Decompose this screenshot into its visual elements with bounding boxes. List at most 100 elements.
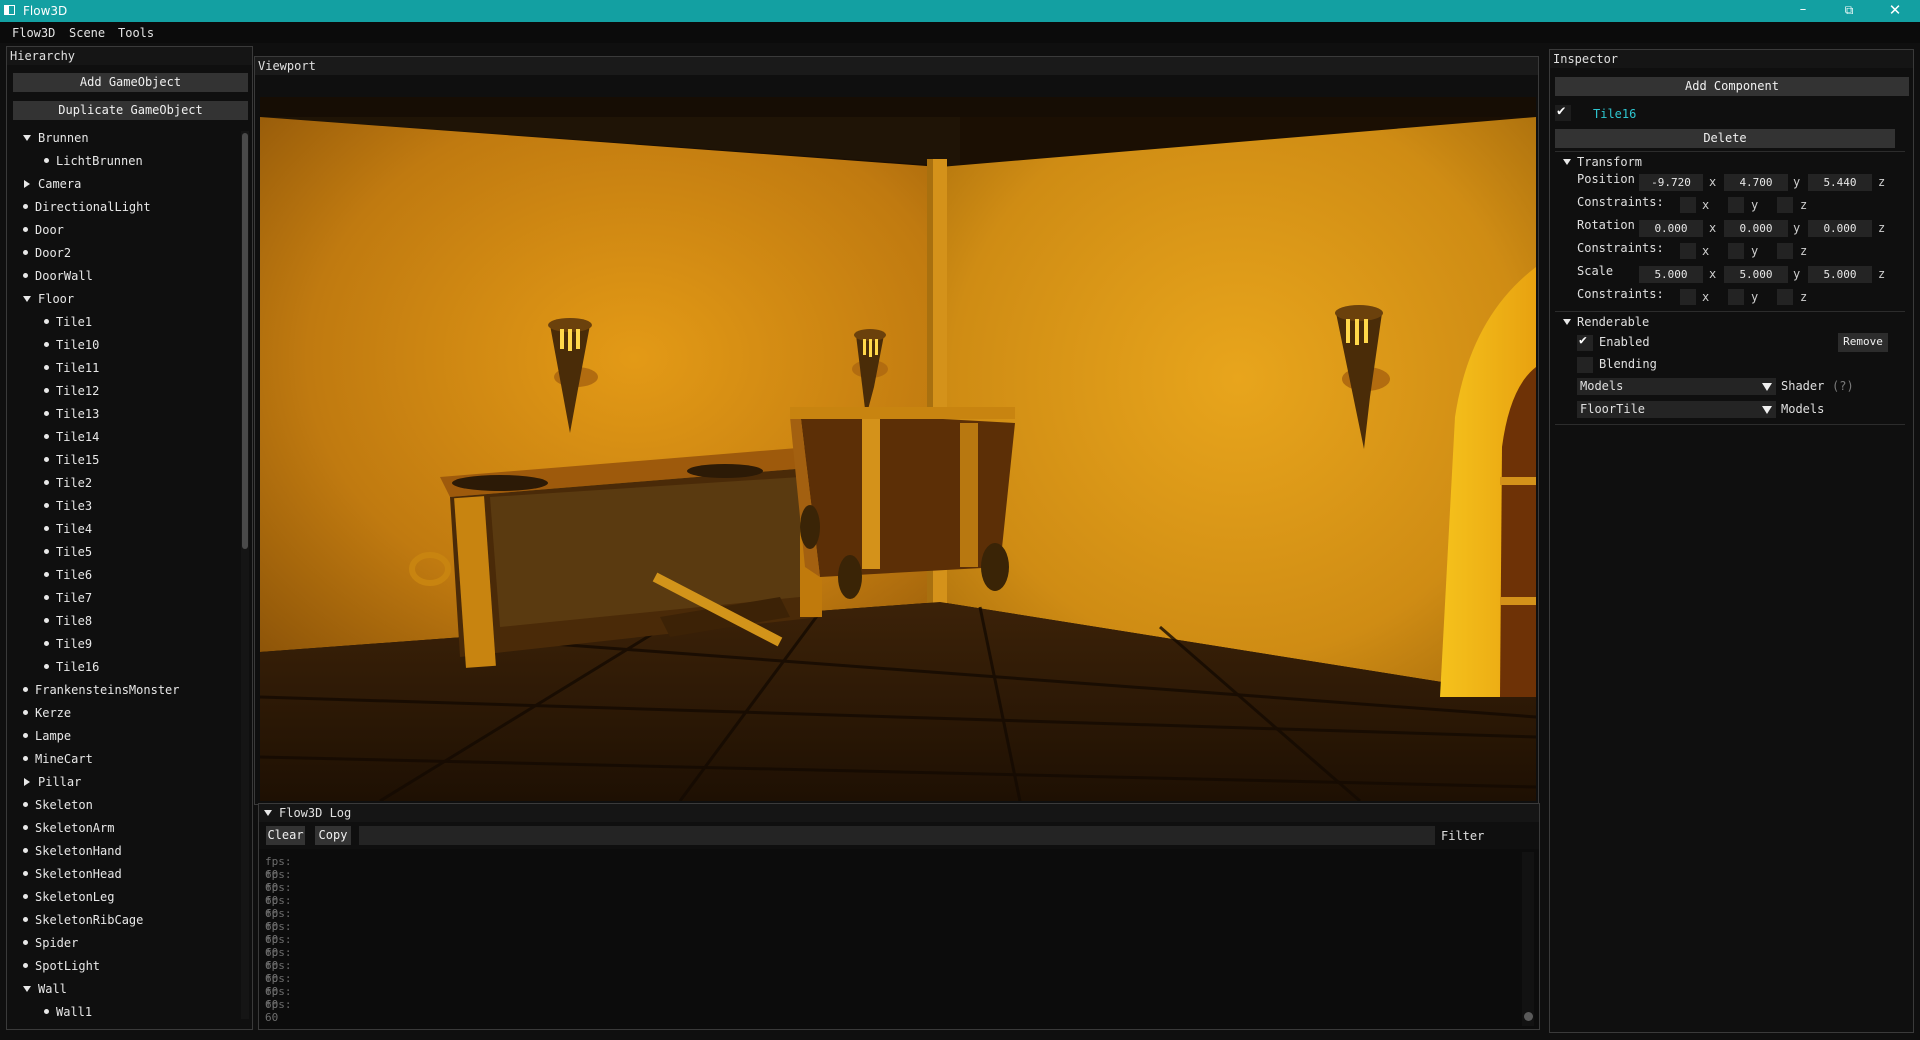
tree-item[interactable]: Tile13 xyxy=(44,405,99,423)
tree-item-label: Camera xyxy=(38,177,82,191)
menu-tools[interactable]: Tools xyxy=(118,26,154,40)
expand-arrow-icon[interactable] xyxy=(23,134,31,141)
scale-constraint-z-checkbox[interactable] xyxy=(1777,289,1793,305)
tree-item[interactable]: Tile16 xyxy=(44,658,99,676)
position-x-field[interactable]: -9.720 xyxy=(1639,174,1703,191)
tree-item[interactable]: Tile5 xyxy=(44,543,92,561)
tree-item[interactable]: Floor xyxy=(23,290,74,308)
tree-item[interactable]: Wall xyxy=(23,980,67,998)
tree-item[interactable]: Spider xyxy=(23,934,78,952)
tree-item[interactable]: SkeletonHead xyxy=(23,865,122,883)
collapsed-arrow-icon[interactable] xyxy=(24,777,30,786)
renderable-collapse-icon[interactable] xyxy=(1563,319,1571,325)
log-filter-input[interactable] xyxy=(359,826,1435,845)
transform-collapse-icon[interactable] xyxy=(1563,159,1571,165)
tree-item[interactable]: Tile3 xyxy=(44,497,92,515)
position-y-field[interactable]: 4.700 xyxy=(1724,174,1788,191)
minimize-icon[interactable]: – xyxy=(1780,0,1826,22)
tree-item-label: SpotLight xyxy=(35,959,101,973)
object-active-checkbox[interactable]: ✔ xyxy=(1555,103,1571,121)
add-gameobject-button[interactable]: Add GameObject xyxy=(13,73,248,92)
position-z-field[interactable]: 5.440 xyxy=(1808,174,1872,191)
tree-item[interactable]: Tile14 xyxy=(44,428,99,446)
rotation-constraint-x-checkbox[interactable] xyxy=(1680,243,1696,259)
tree-item[interactable]: Kerze xyxy=(23,704,71,722)
tree-item[interactable]: Tile11 xyxy=(44,359,99,377)
transform-header[interactable]: Transform xyxy=(1577,155,1642,169)
tree-item[interactable]: Pillar xyxy=(23,773,81,791)
restore-icon[interactable]: ⧉ xyxy=(1826,0,1872,22)
tree-item[interactable]: Skeleton xyxy=(23,796,93,814)
position-constraint-x-checkbox[interactable] xyxy=(1680,197,1696,213)
tree-item[interactable]: Tile7 xyxy=(44,589,92,607)
position-constraint-z-checkbox[interactable] xyxy=(1777,197,1793,213)
scale-constraint-x-checkbox[interactable] xyxy=(1680,289,1696,305)
scale-y-field[interactable]: 5.000 xyxy=(1724,266,1788,283)
tree-item[interactable]: Tile9 xyxy=(44,635,92,653)
tree-item[interactable]: Tile4 xyxy=(44,520,92,538)
tree-item[interactable]: SkeletonArm xyxy=(23,819,114,837)
rotation-constraint-y-checkbox[interactable] xyxy=(1728,243,1744,259)
tree-item[interactable]: Lampe xyxy=(23,727,71,745)
hierarchy-scroll-thumb[interactable] xyxy=(242,133,248,549)
tree-item[interactable]: SkeletonLeg xyxy=(23,888,114,906)
scene-view[interactable] xyxy=(260,97,1536,801)
menu-scene[interactable]: Scene xyxy=(69,26,105,40)
close-icon[interactable]: ✕ xyxy=(1872,0,1918,22)
collapsed-arrow-icon[interactable] xyxy=(24,179,30,188)
tree-item[interactable]: Door2 xyxy=(23,244,71,262)
scale-constraint-y-checkbox[interactable] xyxy=(1728,289,1744,305)
log-clear-button[interactable]: Clear xyxy=(266,826,305,845)
tree-item[interactable]: SpotLight xyxy=(23,957,100,975)
tree-item[interactable]: LichtBrunnen xyxy=(44,152,143,170)
tree-item[interactable]: SkeletonHand xyxy=(23,842,122,860)
rotation-constraint-z-checkbox[interactable] xyxy=(1777,243,1793,259)
log-scroll-thumb[interactable] xyxy=(1524,1012,1533,1021)
renderable-header[interactable]: Renderable xyxy=(1577,315,1649,329)
object-name[interactable]: Tile16 xyxy=(1593,107,1636,121)
scale-x-field[interactable]: 5.000 xyxy=(1639,266,1703,283)
rotation-y-field[interactable]: 0.000 xyxy=(1724,220,1788,237)
log-scrollbar[interactable] xyxy=(1522,852,1534,1026)
tree-item[interactable]: Tile10 xyxy=(44,336,99,354)
collapse-arrow-icon[interactable] xyxy=(264,810,272,816)
tree-item[interactable]: Tile12 xyxy=(44,382,99,400)
expand-arrow-icon[interactable] xyxy=(23,985,31,992)
position-constraint-y-checkbox[interactable] xyxy=(1728,197,1744,213)
tree-item[interactable]: FrankensteinsMonster xyxy=(23,681,180,699)
rotation-x-field[interactable]: 0.000 xyxy=(1639,220,1703,237)
scene-render xyxy=(260,97,1536,801)
tree-item[interactable]: DirectionalLight xyxy=(23,198,151,216)
tree-item-label: Door2 xyxy=(35,246,72,260)
log-copy-button[interactable]: Copy xyxy=(315,826,351,845)
hierarchy-scrollbar[interactable] xyxy=(241,131,249,1019)
renderable-enabled-checkbox[interactable]: ✔ xyxy=(1577,333,1593,351)
menu-flow3d[interactable]: Flow3D xyxy=(12,26,55,40)
tree-item[interactable]: Brunnen xyxy=(23,129,89,147)
tree-item[interactable]: Tile15 xyxy=(44,451,99,469)
tree-item[interactable]: Tile2 xyxy=(44,474,92,492)
tree-item[interactable]: MineCart xyxy=(23,750,93,768)
blending-checkbox[interactable] xyxy=(1577,357,1593,373)
expand-arrow-icon[interactable] xyxy=(23,295,31,302)
tree-item[interactable]: DoorWall xyxy=(23,267,93,285)
duplicate-gameobject-button[interactable]: Duplicate GameObject xyxy=(13,101,248,120)
tree-item[interactable]: Wall1 xyxy=(44,1003,92,1019)
delete-button[interactable]: Delete xyxy=(1555,129,1895,148)
log-header[interactable]: Flow3D Log xyxy=(259,804,1539,822)
shader-help-icon[interactable]: (?) xyxy=(1832,379,1854,393)
scale-z-field[interactable]: 5.000 xyxy=(1808,266,1872,283)
shader-dropdown[interactable]: Models xyxy=(1577,378,1776,395)
tree-item[interactable]: Tile8 xyxy=(44,612,92,630)
remove-button[interactable]: Remove xyxy=(1838,333,1888,352)
tree-item[interactable]: SkeletonRibCage xyxy=(23,911,143,929)
divider xyxy=(1555,424,1905,425)
bullet-icon xyxy=(44,342,49,347)
model-dropdown[interactable]: FloorTile xyxy=(1577,401,1776,418)
tree-item[interactable]: Tile6 xyxy=(44,566,92,584)
tree-item[interactable]: Camera xyxy=(23,175,81,193)
tree-item[interactable]: Tile1 xyxy=(44,313,92,331)
add-component-button[interactable]: Add Component xyxy=(1555,77,1909,96)
tree-item[interactable]: Door xyxy=(23,221,64,239)
rotation-z-field[interactable]: 0.000 xyxy=(1808,220,1872,237)
